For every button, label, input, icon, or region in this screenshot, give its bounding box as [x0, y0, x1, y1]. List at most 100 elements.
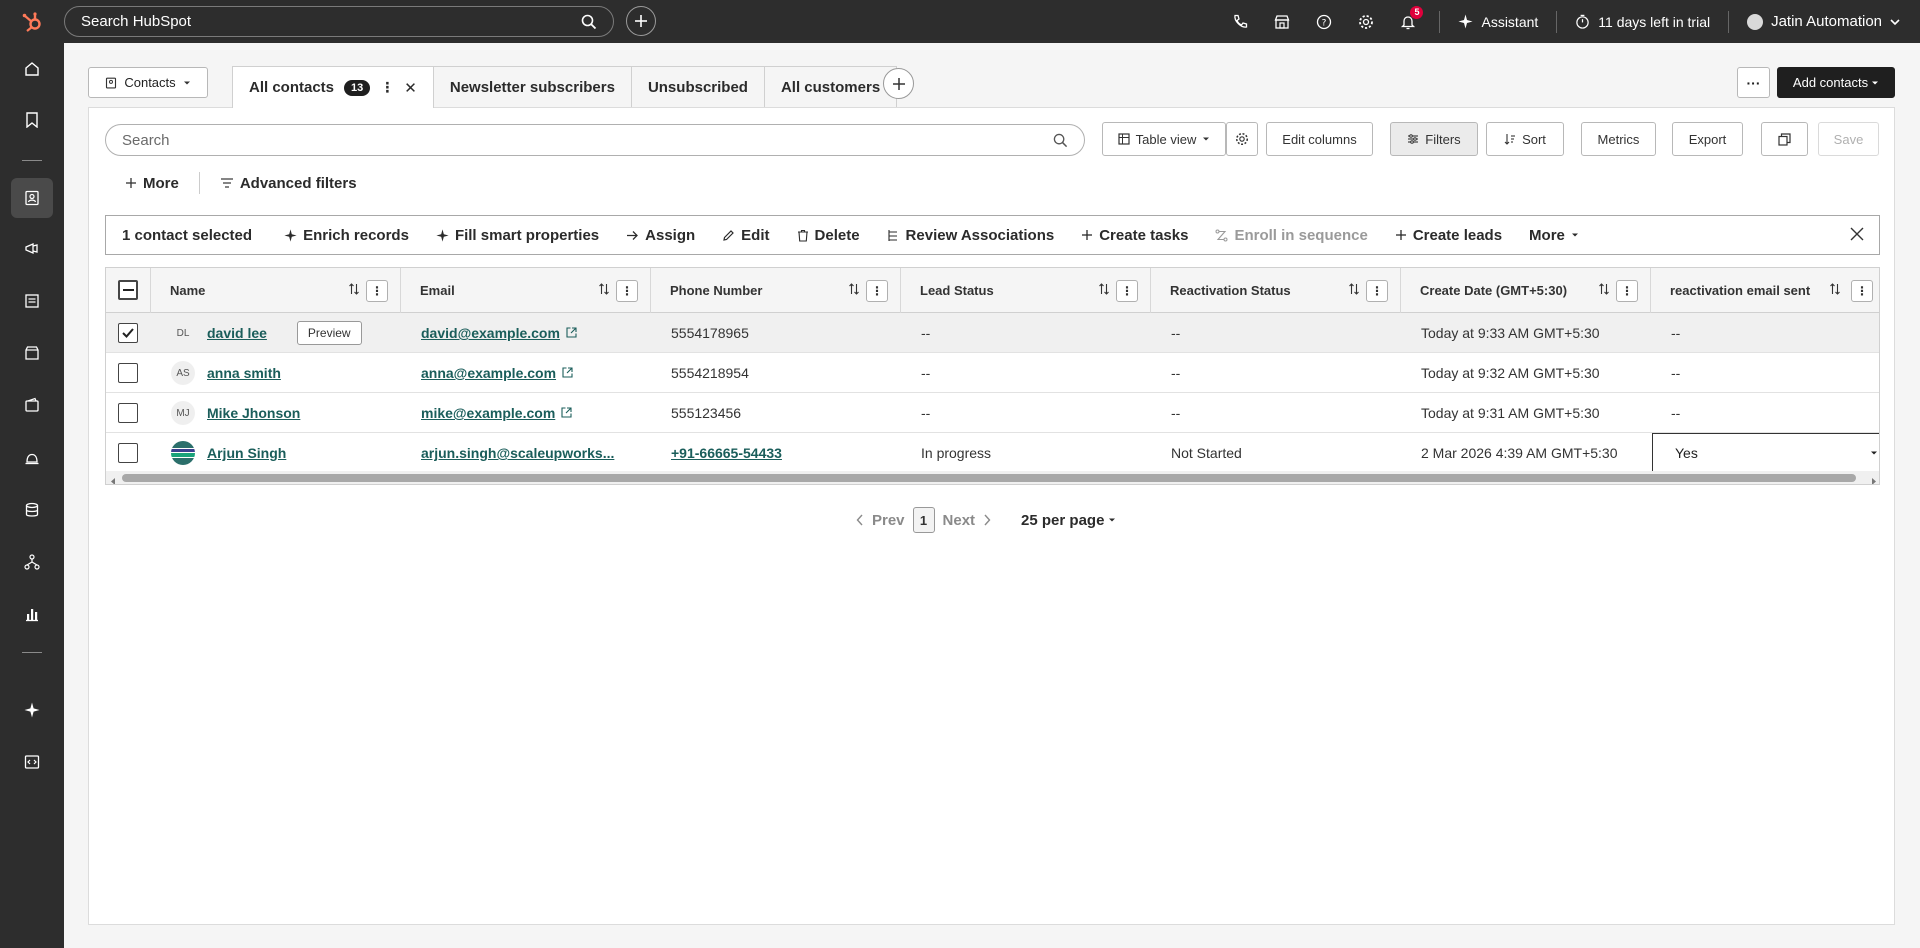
home-nav[interactable]	[11, 49, 53, 89]
account-menu-button[interactable]: Jatin Automation	[1739, 13, 1920, 30]
enrich-records-button[interactable]: Enrich records	[284, 227, 409, 244]
create-tasks-button[interactable]: Create tasks	[1081, 227, 1188, 244]
more-filters-button[interactable]: More	[125, 175, 179, 192]
hubspot-logo-icon[interactable]	[0, 0, 64, 43]
column-header-name[interactable]: Name ⋮	[151, 268, 401, 313]
table-row[interactable]: AS anna smith anna@example.com 555421895…	[106, 353, 1879, 393]
tab-unsubscribed[interactable]: Unsubscribed	[630, 66, 765, 107]
column-options-icon[interactable]: ⋮	[1366, 280, 1388, 302]
tab-all-customers[interactable]: All customers	[763, 66, 898, 107]
sort-icon[interactable]	[848, 283, 860, 298]
breeze-nav[interactable]	[11, 690, 53, 730]
sales-nav[interactable]	[11, 385, 53, 425]
row-checkbox[interactable]	[118, 403, 138, 423]
table-view-button[interactable]: Table view	[1102, 122, 1226, 156]
filters-button[interactable]: Filters	[1390, 122, 1478, 156]
column-options-icon[interactable]: ⋮	[1116, 280, 1138, 302]
quick-create-button[interactable]	[626, 6, 656, 36]
scrollbar-thumb[interactable]	[122, 474, 1856, 482]
column-options-icon[interactable]: ⋮	[1616, 280, 1638, 302]
close-bulk-bar-button[interactable]	[1849, 226, 1865, 246]
object-selector-button[interactable]: Contacts	[88, 67, 208, 98]
column-options-icon[interactable]: ⋮	[866, 280, 888, 302]
reactivation-email-sent-select[interactable]: Yes	[1652, 433, 1879, 473]
sort-icon[interactable]	[1598, 283, 1610, 298]
preview-button[interactable]: Preview	[296, 321, 362, 345]
external-link-icon[interactable]	[562, 365, 573, 381]
phone-link[interactable]: +91-66665-54433	[671, 445, 782, 461]
global-search-input[interactable]: Search HubSpot	[64, 6, 614, 37]
add-view-button[interactable]	[883, 68, 914, 99]
contact-name-link[interactable]: Mike Jhonson	[207, 405, 300, 421]
sort-icon[interactable]	[1348, 283, 1360, 298]
close-tab-icon[interactable]: ✕	[404, 79, 417, 97]
crm-nav[interactable]	[11, 178, 53, 218]
assign-button[interactable]: Assign	[626, 227, 695, 244]
email-link[interactable]: mike@example.com	[421, 405, 555, 421]
next-page-button[interactable]: Next	[943, 512, 992, 529]
column-options-icon[interactable]: ⋮	[1851, 280, 1873, 302]
marketplace-button[interactable]	[1261, 0, 1303, 43]
horizontal-scrollbar[interactable]	[106, 471, 1879, 484]
row-checkbox[interactable]	[118, 443, 138, 463]
more-bulk-actions-button[interactable]: More	[1529, 227, 1579, 244]
column-header-create-date[interactable]: Create Date (GMT+5:30) ⋮	[1401, 268, 1651, 313]
external-link-icon[interactable]	[566, 325, 577, 341]
email-link[interactable]: anna@example.com	[421, 365, 556, 381]
data-management-nav[interactable]	[11, 490, 53, 530]
automation-nav[interactable]	[11, 542, 53, 582]
scroll-left-icon[interactable]	[109, 473, 117, 484]
bookmarks-nav[interactable]	[11, 100, 53, 140]
advanced-filters-button[interactable]: Advanced filters	[220, 175, 357, 192]
prev-page-button[interactable]: Prev	[856, 512, 905, 529]
calling-button[interactable]	[1219, 0, 1261, 43]
column-options-icon[interactable]: ⋮	[366, 280, 388, 302]
table-row[interactable]: Arjun Singh arjun.singh@scaleupworks... …	[106, 433, 1879, 473]
view-settings-button[interactable]	[1226, 122, 1258, 156]
email-link[interactable]: arjun.singh@scaleupworks...	[421, 445, 614, 461]
row-checkbox[interactable]	[118, 363, 138, 383]
duplicate-view-button[interactable]	[1761, 122, 1808, 156]
sort-icon[interactable]	[598, 283, 610, 298]
tab-newsletter-subscribers[interactable]: Newsletter subscribers	[432, 66, 632, 107]
sort-icon[interactable]	[348, 283, 360, 298]
column-header-lead-status[interactable]: Lead Status ⋮	[901, 268, 1151, 313]
export-button[interactable]: Export	[1672, 122, 1743, 156]
settings-button[interactable]	[1345, 0, 1387, 43]
reporting-nav[interactable]	[11, 594, 53, 634]
more-actions-button[interactable]: ···	[1737, 67, 1770, 98]
sort-button[interactable]: Sort	[1486, 122, 1564, 156]
column-header-reactivation-email-sent[interactable]: reactivation email sent ⋮	[1651, 268, 1879, 313]
notifications-button[interactable]: 5	[1387, 0, 1429, 43]
edit-columns-button[interactable]: Edit columns	[1266, 122, 1373, 156]
contact-name-link[interactable]: david lee	[207, 325, 267, 341]
enroll-in-sequence-button[interactable]: Enroll in sequence	[1215, 227, 1368, 244]
edit-button[interactable]: Edit	[722, 227, 770, 244]
column-options-icon[interactable]: ⋮	[616, 280, 638, 302]
contact-name-link[interactable]: anna smith	[207, 365, 281, 381]
trial-status-button[interactable]: 11 days left in trial	[1567, 14, 1718, 30]
select-all-checkbox[interactable]	[118, 280, 138, 300]
sort-icon[interactable]	[1829, 283, 1841, 298]
content-nav[interactable]	[11, 281, 53, 321]
row-checkbox[interactable]	[118, 323, 138, 343]
table-row[interactable]: DL david lee Preview david@example.com 5…	[106, 313, 1879, 353]
column-header-reactivation-status[interactable]: Reactivation Status ⋮	[1151, 268, 1401, 313]
per-page-select[interactable]: 25 per page	[1021, 512, 1116, 529]
metrics-button[interactable]: Metrics	[1581, 122, 1656, 156]
fill-smart-properties-button[interactable]: Fill smart properties	[436, 227, 599, 244]
scroll-right-icon[interactable]	[1870, 473, 1878, 484]
contact-name-link[interactable]: Arjun Singh	[207, 445, 286, 461]
add-contacts-button[interactable]: Add contacts	[1777, 67, 1895, 98]
review-associations-button[interactable]: Review Associations	[887, 227, 1054, 244]
table-row[interactable]: MJ Mike Jhonson mike@example.com 5551234…	[106, 393, 1879, 433]
tab-options-icon[interactable]: ⋮	[380, 79, 394, 96]
tab-all-contacts[interactable]: All contacts 13 ⋮ ✕	[232, 66, 434, 108]
development-nav[interactable]	[11, 742, 53, 782]
current-page[interactable]: 1	[912, 507, 935, 533]
column-header-phone[interactable]: Phone Number ⋮	[651, 268, 901, 313]
marketing-nav[interactable]	[11, 229, 53, 269]
assistant-button[interactable]: Assistant	[1450, 14, 1546, 30]
help-button[interactable]: ?	[1303, 0, 1345, 43]
save-view-button[interactable]: Save	[1818, 122, 1879, 156]
